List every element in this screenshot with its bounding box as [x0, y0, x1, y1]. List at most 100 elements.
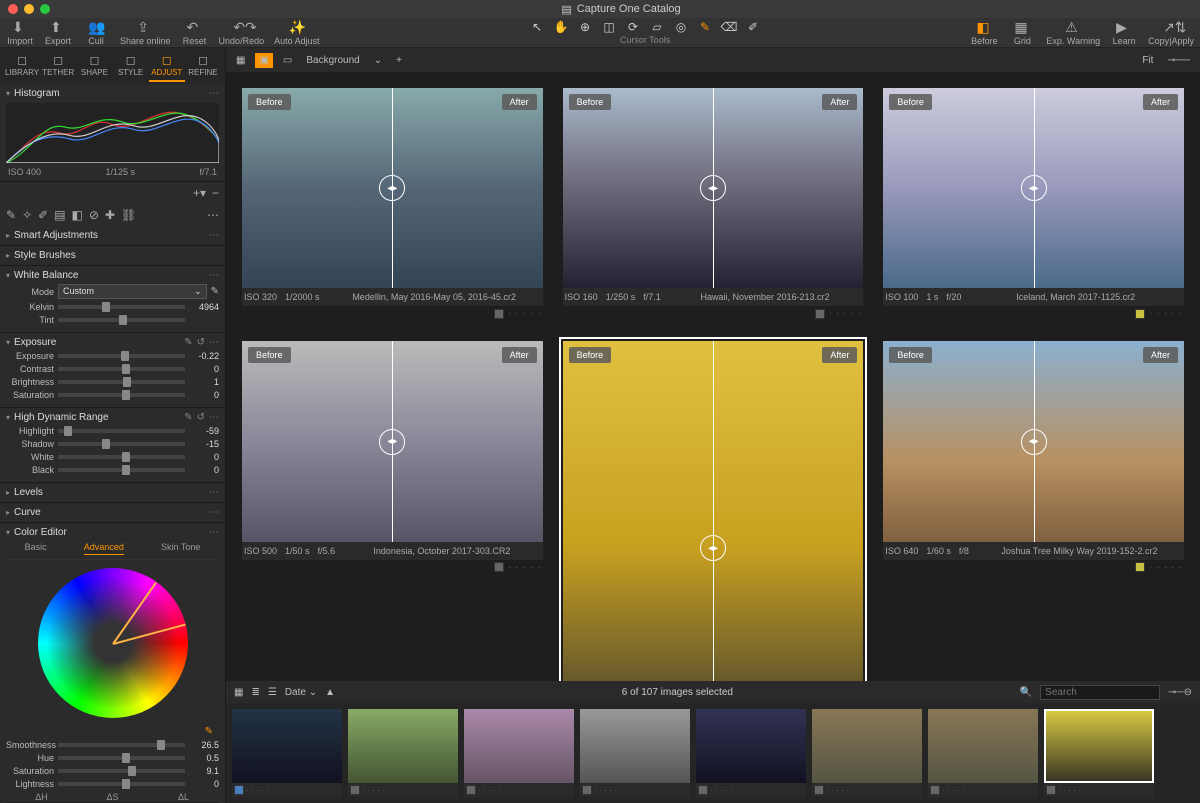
- zoom-slider-icon[interactable]: ⊸──: [1163, 53, 1194, 68]
- rating-dot[interactable]: ·: [1149, 308, 1152, 319]
- filmstrip-item[interactable]: ·····: [812, 709, 922, 797]
- layers-icon[interactable]: ◧: [72, 208, 83, 222]
- minimize-window-button[interactable]: [24, 4, 34, 14]
- color-tag[interactable]: [582, 785, 592, 795]
- eyedropper-icon[interactable]: ✎: [205, 726, 213, 737]
- thumbnail-card[interactable]: BeforeAfter◂▸ISO 1601/250 sf/7.1Hawaii, …: [563, 88, 864, 321]
- maximize-window-button[interactable]: [40, 4, 50, 14]
- panel-menu-icon[interactable]: ⋯: [209, 88, 219, 99]
- hdr-black-slider[interactable]: [58, 468, 185, 472]
- color-tag[interactable]: [494, 562, 504, 572]
- split-handle[interactable]: ◂▸: [1021, 175, 1047, 201]
- color-tag[interactable]: [466, 785, 476, 795]
- split-handle[interactable]: ◂▸: [700, 535, 726, 561]
- eyedropper-icon[interactable]: ✎: [6, 208, 16, 222]
- color-tag[interactable]: [698, 785, 708, 795]
- tab-style[interactable]: ◻STYLE: [113, 50, 149, 82]
- split-handle[interactable]: ◂▸: [379, 429, 405, 455]
- color-tag[interactable]: [494, 309, 504, 319]
- rating-dot[interactable]: ·: [523, 562, 526, 573]
- cursor-keystone-tool[interactable]: ▱: [647, 20, 667, 34]
- cursor-rotate-tool[interactable]: ⟳: [623, 20, 643, 34]
- tab-adjust[interactable]: ◻ADJUST: [149, 50, 185, 82]
- copy-apply-button[interactable]: ↗⇅Copy|Apply: [1148, 19, 1194, 46]
- layers-dropdown[interactable]: ▭: [279, 53, 296, 68]
- rating-dot[interactable]: ·: [530, 562, 533, 573]
- hue-slider[interactable]: [58, 756, 185, 760]
- color-tag[interactable]: [234, 785, 244, 795]
- rating-dot[interactable]: ·: [1157, 562, 1160, 573]
- rating-dot[interactable]: ·: [530, 308, 533, 319]
- exposure-contrast-slider[interactable]: [58, 367, 185, 371]
- rating-dot[interactable]: ·: [829, 308, 832, 319]
- split-handle[interactable]: ◂▸: [700, 175, 726, 201]
- auto-adjust-button[interactable]: ✨Auto Adjust: [274, 19, 320, 46]
- color-tag[interactable]: [814, 785, 824, 795]
- filmstrip-item[interactable]: ·····: [1044, 709, 1154, 797]
- color-wheel[interactable]: [38, 568, 188, 718]
- split-handle[interactable]: ◂▸: [1021, 429, 1047, 455]
- saturation-slider[interactable]: [58, 769, 185, 773]
- filmstrip-item[interactable]: ·····: [348, 709, 458, 797]
- tab-shape[interactable]: ◻SHAPE: [76, 50, 112, 82]
- gradient-icon[interactable]: ▤: [54, 208, 65, 222]
- thumbnail-card[interactable]: BeforeAfter◂▸ISO 5001/50 sf/5.6Indonesia…: [242, 341, 543, 681]
- rating-dot[interactable]: ·: [523, 308, 526, 319]
- rating-dot[interactable]: ·: [836, 308, 839, 319]
- grid-button[interactable]: ▦Grid: [1008, 19, 1036, 46]
- rating-dot[interactable]: ·: [1171, 308, 1174, 319]
- sort-direction-icon[interactable]: ▲: [325, 687, 335, 698]
- tab-library[interactable]: ◻LIBRARY: [4, 50, 40, 82]
- hdr-white-slider[interactable]: [58, 455, 185, 459]
- search-icon[interactable]: 🔍: [1020, 687, 1032, 698]
- view-grid-icon[interactable]: ▦: [232, 53, 249, 68]
- rating-dot[interactable]: ·: [1164, 562, 1167, 573]
- thumbnail-card[interactable]: BeforeAfter◂▸ISO 6401/60 sf/8Joshua Tree…: [883, 341, 1184, 681]
- color-tag[interactable]: [815, 309, 825, 319]
- filmstrip-item[interactable]: ·····: [696, 709, 806, 797]
- close-window-button[interactable]: [8, 4, 18, 14]
- exposure-saturation-slider[interactable]: [58, 393, 185, 397]
- thumbnail-card[interactable]: BeforeAfter◂▸Autumn in Budapest Time-Lap…: [563, 341, 864, 681]
- exposure-brightness-slider[interactable]: [58, 380, 185, 384]
- filmstrip-item[interactable]: ·····: [232, 709, 342, 797]
- hdr-shadow-slider[interactable]: [58, 442, 185, 446]
- cursor-hand-tool[interactable]: ✋: [551, 20, 571, 34]
- wand-icon[interactable]: ✧: [22, 208, 32, 222]
- cursor-annotate-tool[interactable]: ✐: [743, 20, 763, 34]
- learn-button[interactable]: ▶Learn: [1110, 19, 1138, 46]
- view-mode-thumb-icon[interactable]: ▦: [234, 687, 243, 698]
- cursor-mask-tool[interactable]: ✎: [695, 20, 715, 34]
- color-tag[interactable]: [930, 785, 940, 795]
- tint-slider[interactable]: [58, 318, 185, 322]
- rating-dot[interactable]: ·: [1149, 562, 1152, 573]
- filmstrip-item[interactable]: ·····: [580, 709, 690, 797]
- add-layer-button[interactable]: +: [392, 53, 406, 68]
- tab-tether[interactable]: ◻TETHER: [40, 50, 76, 82]
- rating-dot[interactable]: ·: [1157, 308, 1160, 319]
- fit-button[interactable]: Fit: [1138, 53, 1157, 68]
- rating-dot[interactable]: ·: [1171, 562, 1174, 573]
- view-mode-icon[interactable]: ☰: [268, 687, 277, 698]
- cursor-select-tool[interactable]: ↖: [527, 20, 547, 34]
- tab-refine[interactable]: ◻REFINE: [185, 50, 221, 82]
- rating-dot[interactable]: ·: [508, 308, 511, 319]
- kelvin-slider[interactable]: [58, 305, 185, 309]
- thumbnail-card[interactable]: BeforeAfter◂▸ISO 3201/2000 sMedellin, Ma…: [242, 88, 543, 321]
- filmstrip-item[interactable]: ·····: [464, 709, 574, 797]
- eyedropper-icon[interactable]: ✎: [211, 286, 219, 297]
- thumbnail-card[interactable]: BeforeAfter◂▸ISO 1001 sf/20Iceland, Marc…: [883, 88, 1184, 321]
- rating-dot[interactable]: ·: [515, 562, 518, 573]
- brush-icon[interactable]: ✐: [38, 208, 48, 222]
- rating-dot[interactable]: ·: [537, 562, 540, 573]
- cursor-erase-tool[interactable]: ⌫: [719, 20, 739, 34]
- cursor-spot-tool[interactable]: ◎: [671, 20, 691, 34]
- background-label[interactable]: Background: [302, 53, 363, 68]
- filter-icon[interactable]: ⊸─⊖: [1168, 687, 1192, 698]
- remove-tool-icon[interactable]: −: [212, 186, 219, 200]
- opacity-control[interactable]: ⌄: [370, 53, 386, 68]
- reset-button[interactable]: ↶Reset: [181, 19, 209, 46]
- rating-dot[interactable]: ·: [858, 308, 861, 319]
- rating-dot[interactable]: ·: [851, 308, 854, 319]
- wb-mode-select[interactable]: Custom ⌄: [58, 284, 207, 299]
